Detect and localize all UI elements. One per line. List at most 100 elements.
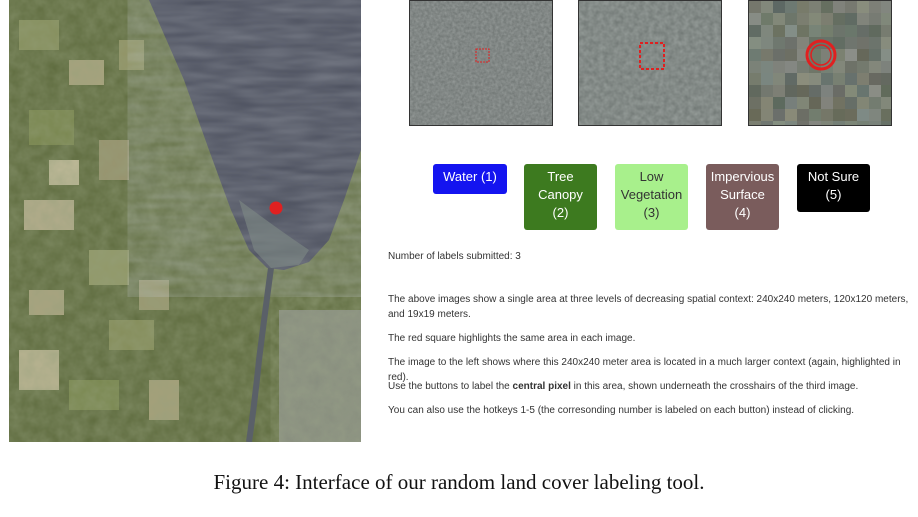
- thumbnail-19m: [748, 0, 892, 126]
- pixel-cell: [857, 37, 869, 49]
- pixel-cell: [869, 37, 881, 49]
- pixel-cell: [881, 1, 891, 13]
- pixel-cell: [845, 37, 857, 49]
- pixel-cell: [785, 85, 797, 97]
- tree-canopy-button[interactable]: Tree Canopy (2): [524, 164, 597, 230]
- pixel-cell: [857, 109, 869, 121]
- pixel-cell: [845, 25, 857, 37]
- pixel-cell: [809, 85, 821, 97]
- pixel-cell: [785, 13, 797, 25]
- pixel-cell: [761, 1, 773, 13]
- pixel-cell: [749, 37, 761, 49]
- pixel-cell: [761, 25, 773, 37]
- pixel-cell: [761, 109, 773, 121]
- pixel-cell: [833, 1, 845, 13]
- impervious-label-2: Surface: [720, 187, 765, 202]
- pixel-cell: [749, 85, 761, 97]
- not-sure-button[interactable]: Not Sure (5): [797, 164, 870, 212]
- pixel-cell: [749, 109, 761, 121]
- pixel-cell: [869, 1, 881, 13]
- pixel-cell: [797, 121, 809, 125]
- pixel-cell: [857, 61, 869, 73]
- pixel-cell: [857, 25, 869, 37]
- pixel-cell: [869, 49, 881, 61]
- water-button[interactable]: Water (1): [433, 164, 507, 194]
- impervious-label-1: Impervious: [710, 169, 775, 184]
- pixel-cell: [749, 121, 761, 125]
- pixel-cell: [833, 121, 845, 125]
- pixel-cell: [869, 109, 881, 121]
- pixel-cell: [845, 13, 857, 25]
- pixel-cell: [785, 61, 797, 73]
- pixel-cell: [761, 49, 773, 61]
- pixel-cell: [821, 13, 833, 25]
- instruction-text-a: Use the buttons to label the: [388, 381, 513, 392]
- pixel-cell: [785, 97, 797, 109]
- not-sure-hotkey: (5): [825, 187, 842, 202]
- pixel-cell: [881, 85, 891, 97]
- low-vegetation-button[interactable]: Low Vegetation (3): [615, 164, 688, 230]
- low-vegetation-label-2: Vegetation: [620, 187, 683, 202]
- instruction-red-square: The red square highlights the same area …: [388, 333, 636, 344]
- pixel-cell: [773, 97, 785, 109]
- pixel-cell: [833, 97, 845, 109]
- instruction-text-b: in this area, shown underneath the cross…: [570, 381, 859, 392]
- pixel-cell: [797, 1, 809, 13]
- pixel-cell: [857, 1, 869, 13]
- pixel-cell: [845, 109, 857, 121]
- pixel-cell: [773, 73, 785, 85]
- pixel-cell: [857, 97, 869, 109]
- pixel-cell: [857, 121, 869, 125]
- pixel-cell: [809, 25, 821, 37]
- pixel-cell: [821, 1, 833, 13]
- water-button-label: Water (1): [443, 169, 497, 184]
- pixel-cell: [845, 49, 857, 61]
- pixel-cell: [749, 49, 761, 61]
- pixel-cell: [845, 121, 857, 125]
- pixel-cell: [785, 37, 797, 49]
- thumbnail-120m: [578, 0, 722, 126]
- pixel-cell: [809, 97, 821, 109]
- instruction-central-pixel: Use the buttons to label the central pix…: [388, 379, 913, 394]
- impervious-hotkey: (4): [734, 205, 751, 220]
- pixel-cell: [749, 13, 761, 25]
- pixel-cell: [869, 13, 881, 25]
- impervious-surface-button[interactable]: Impervious Surface (4): [706, 164, 779, 230]
- pixel-cell: [857, 85, 869, 97]
- pixel-cell: [809, 121, 821, 125]
- pixel-cell: [881, 109, 891, 121]
- pixel-cell: [845, 61, 857, 73]
- not-sure-label: Not Sure: [807, 169, 860, 184]
- pixel-cell: [845, 97, 857, 109]
- pixel-cell: [785, 121, 797, 125]
- pixel-cell: [761, 61, 773, 73]
- context-map: [9, 0, 361, 442]
- pixel-cell: [869, 97, 881, 109]
- pixel-cell: [773, 13, 785, 25]
- pixel-cell: [773, 121, 785, 125]
- pixel-cell: [809, 73, 821, 85]
- low-vegetation-hotkey: (3): [643, 205, 660, 220]
- pixel-cell: [785, 25, 797, 37]
- pixel-cell: [821, 73, 833, 85]
- pixel-cell: [857, 73, 869, 85]
- pixel-cell: [773, 25, 785, 37]
- pixel-cell: [869, 73, 881, 85]
- instruction-context: The above images show a single area at t…: [388, 294, 909, 320]
- tree-canopy-label-2: Canopy: [538, 187, 583, 202]
- pixel-cell: [833, 73, 845, 85]
- pixel-cell: [857, 49, 869, 61]
- pixel-cell: [833, 25, 845, 37]
- pixel-cell: [857, 13, 869, 25]
- pixel-cell: [881, 49, 891, 61]
- pixel-cell: [881, 73, 891, 85]
- instruction-hotkeys: You can also use the hotkeys 1-5 (the co…: [388, 405, 855, 416]
- pixel-cell: [881, 97, 891, 109]
- pixel-cell: [881, 37, 891, 49]
- pixel-cell: [845, 85, 857, 97]
- pixel-cell: [821, 97, 833, 109]
- pixel-cell: [797, 37, 809, 49]
- thumbnail-240m: [409, 0, 553, 126]
- pixel-cell: [821, 121, 833, 125]
- figure-caption: Figure 4: Interface of our random land c…: [213, 470, 705, 494]
